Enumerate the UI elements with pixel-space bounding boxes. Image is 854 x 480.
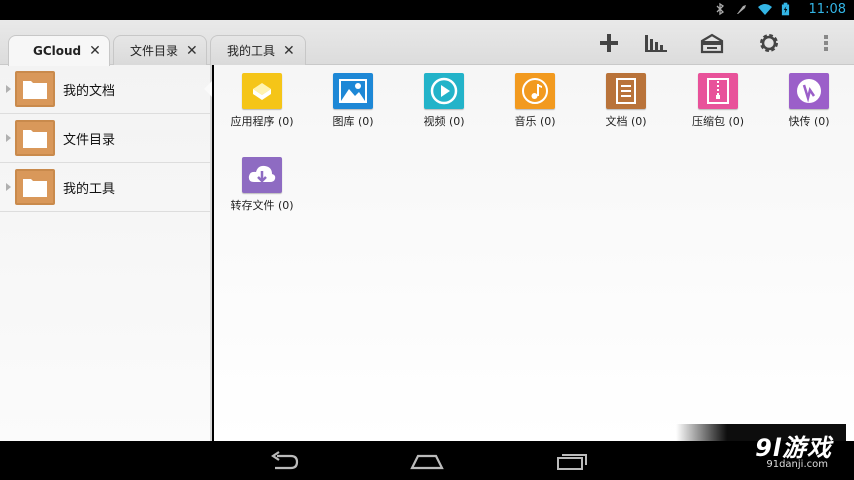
folder-icon xyxy=(15,71,55,107)
clock: 11:08 xyxy=(808,2,846,17)
recent-apps-button[interactable] xyxy=(552,449,592,473)
bluetooth-icon xyxy=(716,2,725,16)
tab-my-tools[interactable]: 我的工具 ✕ xyxy=(210,35,306,65)
category-music[interactable]: 音乐 (0) xyxy=(489,73,581,129)
category-label: 音乐 (0) xyxy=(514,115,556,128)
category-documents[interactable]: 文档 (0) xyxy=(580,73,672,129)
status-icons xyxy=(713,2,790,16)
category-quick-transfer[interactable]: 快传 (0) xyxy=(763,73,854,129)
close-icon[interactable]: ✕ xyxy=(283,44,295,58)
category-video[interactable]: 视频 (0) xyxy=(398,73,490,129)
cloud-box-icon xyxy=(700,33,724,54)
sidebar: 我的文档 文件目录 我的工具 xyxy=(0,65,212,441)
category-grid: 应用程序 (0) 图库 (0) 视频 (0) 音乐 (0) 文档 (0) 压缩包… xyxy=(214,65,854,441)
storage-stats-button[interactable] xyxy=(641,30,671,56)
category-label: 压缩包 (0) xyxy=(691,115,745,128)
tab-gcloud[interactable]: GCloud ✕ xyxy=(8,35,110,66)
category-label: 图库 (0) xyxy=(332,115,374,128)
watermark-main: 9l游戏 xyxy=(755,434,832,462)
sidebar-item-file-directory[interactable]: 文件目录 xyxy=(0,114,210,163)
video-icon xyxy=(424,73,464,109)
tab-label: 我的工具 xyxy=(227,44,276,58)
battery-icon xyxy=(781,2,790,16)
sidebar-item-label: 我的工具 xyxy=(63,181,116,197)
archive-icon xyxy=(698,73,738,109)
category-label: 应用程序 (0) xyxy=(230,115,294,128)
tab-label: GCloud xyxy=(33,44,82,58)
settings-icon xyxy=(760,34,778,52)
home-icon xyxy=(410,454,444,470)
download-icon xyxy=(242,157,282,193)
sidebar-item-my-documents[interactable]: 我的文档 xyxy=(0,65,212,114)
expand-arrow-icon[interactable] xyxy=(6,85,11,93)
watermark-url: 91danji.com xyxy=(766,459,828,470)
category-label: 转存文件 (0) xyxy=(230,199,294,212)
overflow-menu-icon xyxy=(824,35,828,51)
back-button[interactable] xyxy=(263,449,303,473)
home-button[interactable] xyxy=(407,449,447,473)
sidebar-item-my-tools[interactable]: 我的工具 xyxy=(0,163,210,212)
close-icon[interactable]: ✕ xyxy=(186,44,198,58)
category-archives[interactable]: 压缩包 (0) xyxy=(672,73,764,129)
watermark-logo: 9l游戏 91danji.com xyxy=(676,424,846,480)
quick-transfer-icon xyxy=(789,73,829,109)
category-label: 文档 (0) xyxy=(605,115,647,128)
add-icon xyxy=(600,34,618,52)
music-icon xyxy=(515,73,555,109)
add-button[interactable] xyxy=(594,30,624,56)
gallery-icon xyxy=(333,73,373,109)
sidebar-item-label: 文件目录 xyxy=(63,132,116,148)
recent-apps-icon xyxy=(557,454,587,470)
cloud-box-button[interactable] xyxy=(697,30,727,56)
close-icon[interactable]: ✕ xyxy=(89,44,101,58)
tab-label: 文件目录 xyxy=(130,44,179,58)
chart-icon xyxy=(645,35,667,52)
document-icon xyxy=(606,73,646,109)
category-saved-files[interactable]: 转存文件 (0) xyxy=(216,157,308,213)
tab-file-directory[interactable]: 文件目录 ✕ xyxy=(113,35,207,65)
folder-icon xyxy=(15,169,55,205)
back-icon xyxy=(271,451,299,470)
category-apps[interactable]: 应用程序 (0) xyxy=(216,73,308,129)
category-gallery[interactable]: 图库 (0) xyxy=(307,73,399,129)
settings-button[interactable] xyxy=(754,30,784,56)
mute-icon xyxy=(737,5,746,14)
category-label: 快传 (0) xyxy=(788,115,830,128)
expand-arrow-icon[interactable] xyxy=(6,183,11,191)
tab-bar: GCloud ✕ 文件目录 ✕ 我的工具 ✕ xyxy=(0,20,854,66)
wifi-icon xyxy=(758,4,772,15)
overflow-menu-button[interactable] xyxy=(811,30,841,56)
status-bar: 11:08 xyxy=(0,0,854,20)
folder-icon xyxy=(15,120,55,156)
apps-icon xyxy=(242,73,282,109)
category-label: 视频 (0) xyxy=(423,115,465,128)
expand-arrow-icon[interactable] xyxy=(6,134,11,142)
sidebar-item-label: 我的文档 xyxy=(63,83,116,99)
